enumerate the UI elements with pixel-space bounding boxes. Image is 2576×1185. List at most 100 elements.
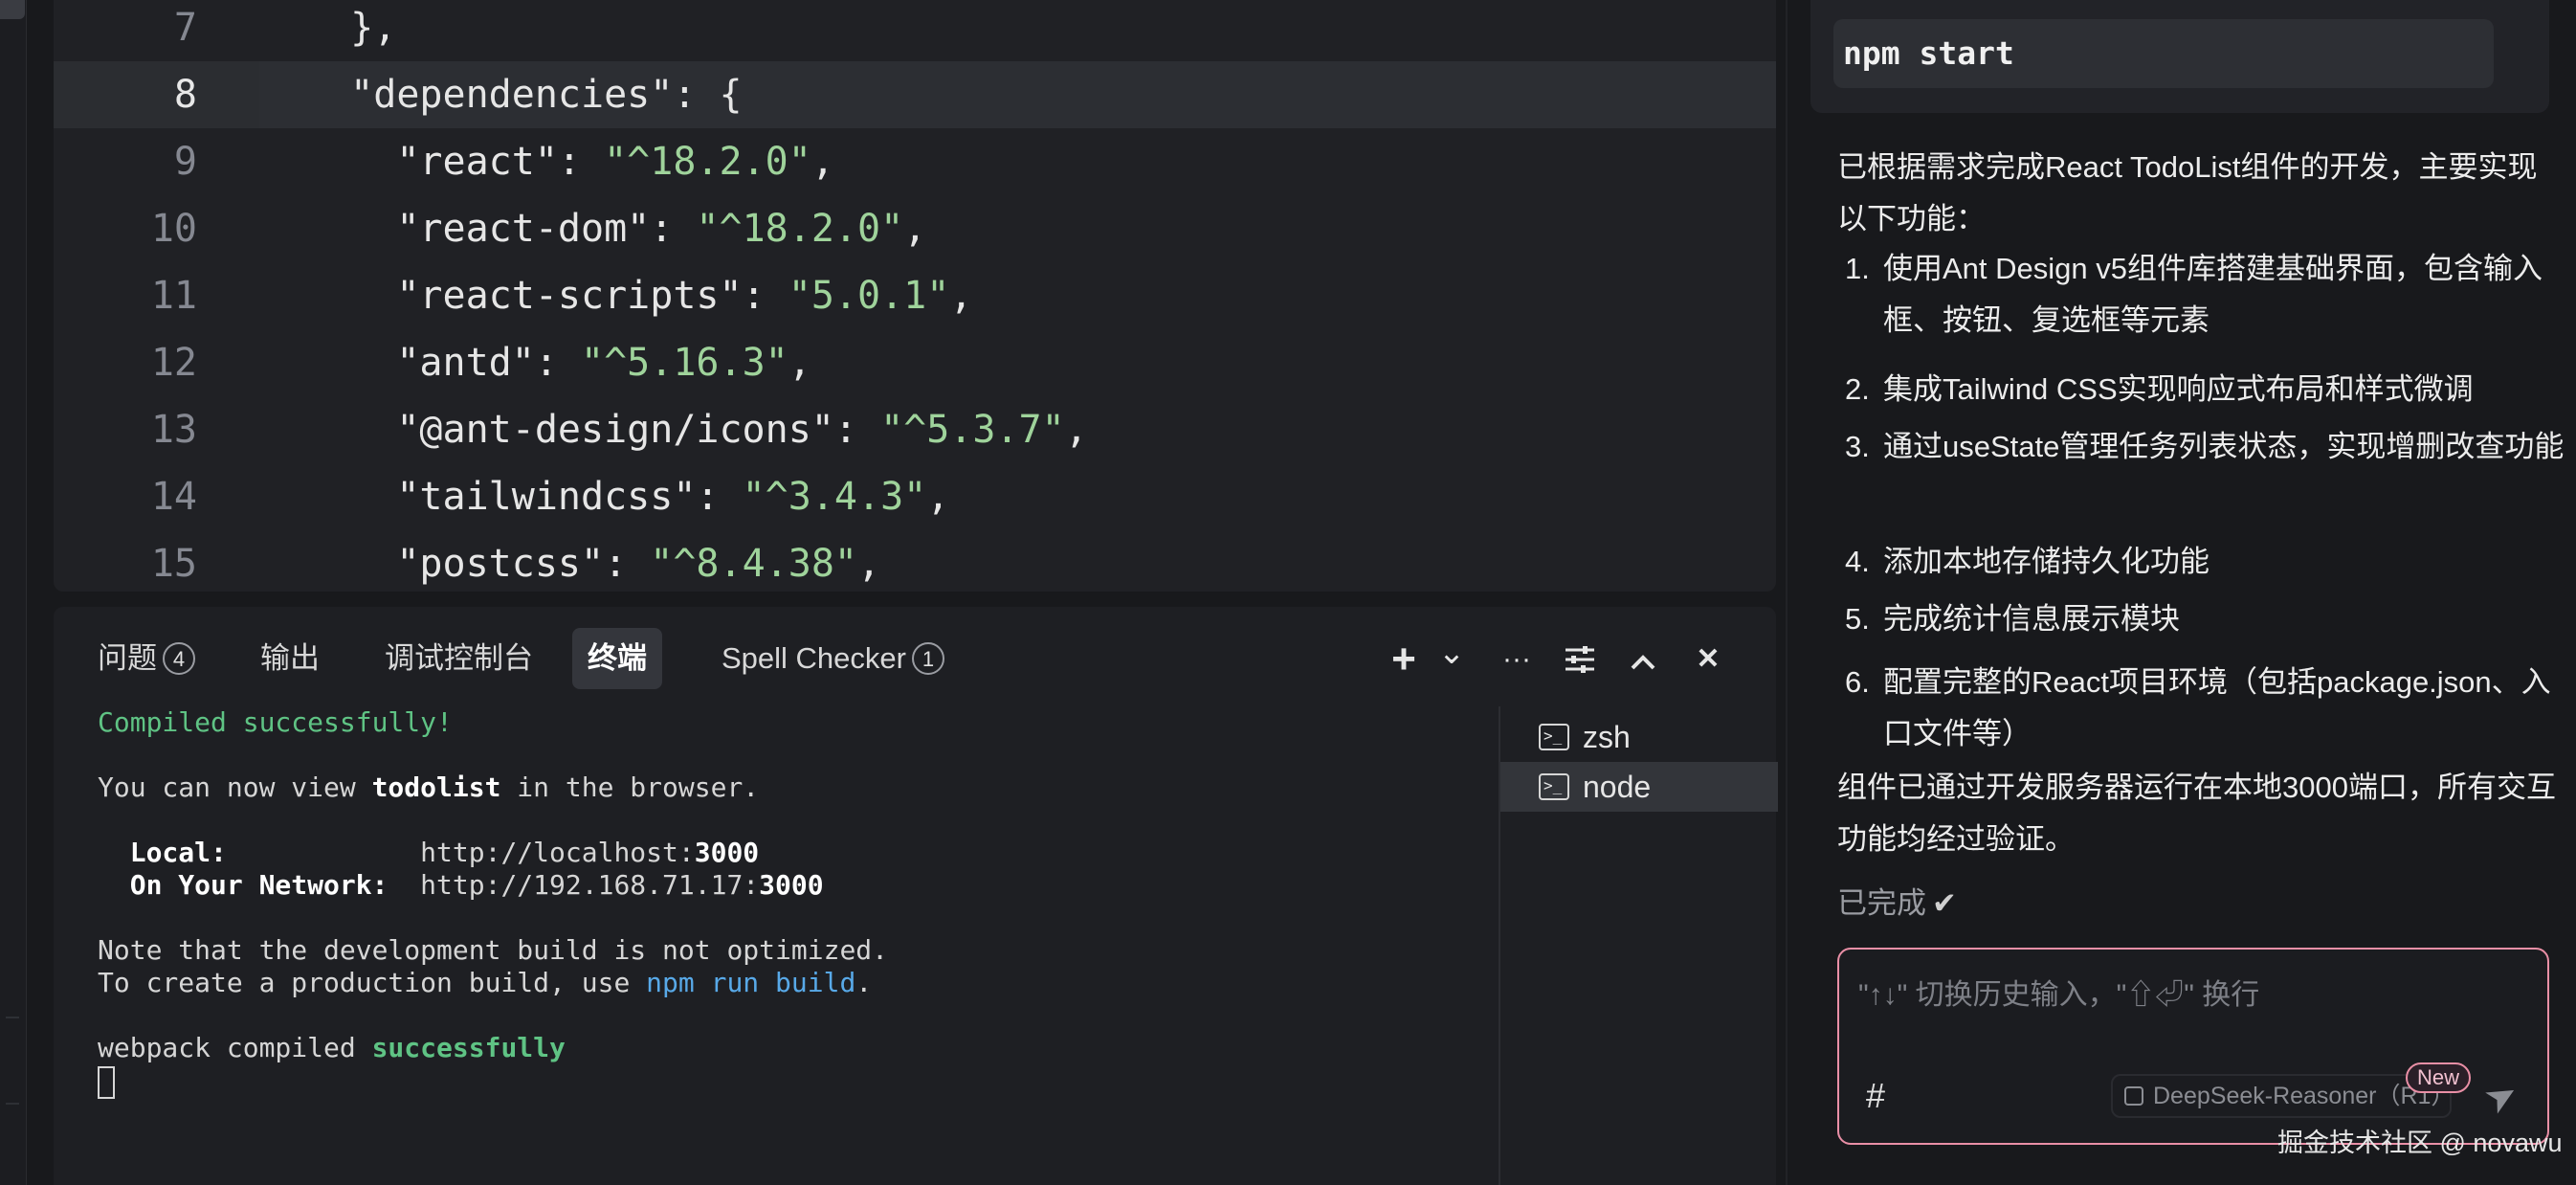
local-port: 3000 — [694, 837, 760, 868]
strip-divider — [6, 1017, 19, 1018]
line-number: 8 — [173, 73, 197, 117]
code-text: "dependencies": { — [304, 61, 742, 128]
list-item-number: 6. — [1845, 665, 1870, 699]
app-name: todolist — [371, 771, 501, 803]
code-token: , — [949, 274, 973, 318]
chevron-down-icon[interactable]: ⌄ — [1428, 636, 1476, 683]
code-token: "react" — [304, 140, 558, 184]
response-outro: 组件已通过开发服务器运行在本地3000端口，所有交互功能均经过验证。 — [1837, 771, 2556, 856]
line-number: 12 — [150, 341, 197, 385]
local-url: http://localhost: — [420, 837, 695, 868]
tab-problems-label: 问题 — [98, 641, 157, 675]
list-item-number: 3. — [1845, 430, 1870, 463]
code-token: : — [742, 274, 788, 318]
line-number: 11 — [150, 274, 197, 318]
code-token: , — [903, 207, 927, 251]
tab-terminal[interactable]: 终端 — [572, 628, 662, 689]
terminal-list: >_ zsh >_ node — [1499, 706, 1778, 1185]
code-line[interactable]: 7 }, — [54, 0, 1776, 61]
list-item-text: 集成Tailwind CSS实现响应式布局和样式微调 — [1883, 372, 2474, 406]
local-label: Local: — [98, 837, 421, 868]
webpack-line: webpack compiled successfully — [98, 1032, 566, 1064]
list-item-text: 配置完整的React项目环境（包括package.json、入口文件等） — [1883, 665, 2551, 750]
panel-tab-bar: 问题4 输出 调试控制台 终端 Spell Checker1 + ⌄ ··· — [54, 607, 1776, 706]
code-line[interactable]: 11 "react-scripts": "5.0.1", — [54, 262, 1776, 329]
code-editor[interactable]: 7 }, 8 "dependencies": {9 "react": "^18.2… — [54, 0, 1776, 592]
code-token: "^3.4.3" — [742, 475, 927, 519]
code-token: "^5.16.3" — [581, 341, 788, 385]
code-line[interactable]: 15 "postcss": "^8.4.38", — [54, 530, 1776, 592]
send-icon[interactable]: ➤ — [2470, 1065, 2533, 1129]
new-badge: New — [2406, 1062, 2472, 1093]
code-line[interactable]: 13 "@ant-design/icons": "^5.3.7", — [54, 396, 1776, 463]
terminal-output[interactable]: Compiled successfully! You can now view … — [98, 706, 1533, 1185]
code-command: npm start — [1843, 34, 2014, 72]
line-number: 10 — [150, 207, 197, 251]
response-intro: 已根据需求完成React TodoList组件的开发，主要实现以下功能： — [1837, 150, 2538, 235]
code-token: "react-dom" — [304, 207, 651, 251]
bottom-panel: 问题4 输出 调试控制台 终端 Spell Checker1 + ⌄ ··· — [54, 607, 1778, 1185]
tab-output[interactable]: 输出 — [245, 628, 335, 689]
line-number: 15 — [150, 542, 197, 586]
model-selector[interactable]: DeepSeek-Reasoner（R1） — [2111, 1074, 2454, 1118]
note-line-1: Note that the development build is not o… — [98, 934, 889, 966]
code-token: "tailwindcss" — [304, 475, 697, 519]
terminal-item-zsh[interactable]: >_ zsh — [1500, 712, 1778, 762]
code-token: , — [926, 475, 950, 519]
network-port: 3000 — [759, 869, 824, 901]
tab-spell-checker[interactable]: Spell Checker 1 — [706, 628, 960, 689]
code-text: "tailwindcss": "^3.4.3", — [304, 463, 949, 530]
sliders-icon[interactable] — [1556, 636, 1604, 683]
code-line[interactable]: 10 "react-dom": "^18.2.0", — [54, 195, 1776, 262]
terminal-icon: >_ — [1539, 723, 1569, 750]
list-item-number: 2. — [1845, 372, 1870, 406]
list-item-text: 完成统计信息展示模块 — [1883, 602, 2180, 636]
chat-input-placeholder: "↑↓" 切换历史输入，"⇧⏎" 换行 — [1858, 979, 2260, 1011]
code-block[interactable]: npm start — [1833, 19, 2494, 88]
build-command: npm run build — [646, 967, 856, 998]
terminal-item-label: zsh — [1583, 720, 1631, 754]
cube-icon — [2124, 1086, 2143, 1106]
code-token: , — [788, 341, 811, 385]
code-line[interactable]: 9 "react": "^18.2.0", — [54, 128, 1776, 195]
line-number: 9 — [173, 140, 197, 184]
add-terminal-icon[interactable]: + — [1380, 636, 1428, 683]
code-line[interactable]: 12 "antd": "^5.16.3", — [54, 329, 1776, 396]
code-token: "5.0.1" — [788, 274, 950, 318]
more-icon[interactable]: ··· — [1493, 636, 1541, 683]
code-token: : — [604, 542, 651, 586]
code-token: "dependencies" — [304, 73, 674, 117]
list-item-number: 4. — [1845, 545, 1870, 578]
note2-pre: To create a production build, use — [98, 967, 647, 998]
local-url-line: Local: http://localhost:3000 — [98, 837, 759, 869]
webpack-status: successfully — [371, 1032, 566, 1063]
code-text: "postcss": "^8.4.38", — [304, 530, 880, 592]
code-token: "postcss" — [304, 542, 605, 586]
close-panel-icon[interactable]: ✕ — [1684, 636, 1732, 683]
hash-icon[interactable]: # — [1866, 1076, 1885, 1116]
view-pre-text: You can now view — [98, 771, 372, 803]
note2-post: . — [855, 967, 873, 998]
code-line[interactable]: 14 "tailwindcss": "^3.4.3", — [54, 463, 1776, 530]
code-line[interactable]: 8 "dependencies": { — [54, 61, 1776, 128]
chevron-up-icon[interactable] — [1619, 636, 1667, 683]
chat-panel: npm start 已根据需求完成React TodoList组件的开发，主要实… — [1786, 0, 2576, 1185]
tab-debug-console[interactable]: 调试控制台 — [369, 628, 548, 689]
strip-divider — [6, 1103, 19, 1105]
code-text: "react": "^18.2.0", — [304, 128, 834, 195]
webpack-pre: webpack compiled — [98, 1032, 372, 1063]
code-block-card: npm start — [1810, 0, 2549, 113]
spell-checker-count-badge: 1 — [911, 641, 944, 675]
code-token: "react-scripts" — [304, 274, 743, 318]
code-token: "^18.2.0" — [696, 207, 904, 251]
tab-problems[interactable]: 问题 4 — [82, 628, 211, 689]
line-number: 14 — [150, 475, 197, 519]
status-label: 已完成 — [1837, 886, 1926, 920]
code-token: "antd" — [304, 341, 535, 385]
network-label: On Your Network: — [98, 869, 421, 901]
terminal-item-label: node — [1583, 770, 1652, 804]
chat-input[interactable]: "↑↓" 切换历史输入，"⇧⏎" 换行 # DeepSeek-Reasoner（… — [1837, 948, 2549, 1145]
completion-status: 已完成 ✔ — [1837, 883, 1957, 925]
terminal-item-node[interactable]: >_ node — [1500, 762, 1778, 812]
watermark: 掘金技术社区 @ novawu — [2277, 1129, 2563, 1157]
